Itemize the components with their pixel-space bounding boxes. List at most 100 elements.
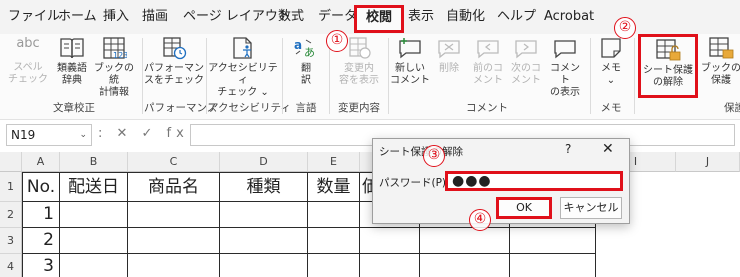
- group-performance-label: パフォーマンス: [144, 102, 218, 114]
- ok-button[interactable]: OK: [496, 197, 552, 219]
- tab-review[interactable]: 校閲: [354, 5, 404, 33]
- translate-button[interactable]: a あ 翻 訳: [286, 36, 326, 87]
- abc-icon: abc: [16, 36, 40, 51]
- select-all-corner[interactable]: [0, 152, 22, 172]
- previous-comment-button[interactable]: 前のコ メント: [470, 36, 506, 87]
- column-header[interactable]: B: [60, 152, 128, 172]
- help-icon[interactable]: ?: [565, 142, 571, 156]
- step-2-badge: ②: [614, 17, 636, 39]
- column-header[interactable]: A: [22, 152, 60, 172]
- previous-comment-label-1: 前のコ: [473, 63, 503, 74]
- header-cell-quantity[interactable]: 数量: [308, 173, 360, 202]
- dialog-title: シート保護の解除: [379, 146, 463, 158]
- column-header[interactable]: C: [128, 152, 220, 172]
- translate-icon: a あ: [294, 38, 315, 59]
- name-box[interactable]: N19 ⌄: [6, 124, 92, 146]
- table-cell[interactable]: [510, 254, 596, 277]
- chevron-down-icon[interactable]: ⌄: [79, 125, 87, 145]
- number-cell[interactable]: 3: [23, 254, 60, 277]
- table-cell[interactable]: [60, 254, 128, 277]
- svg-text:あ: あ: [304, 46, 315, 59]
- close-icon[interactable]: ✕: [602, 141, 614, 157]
- cancel-button[interactable]: キャンセル: [560, 197, 622, 219]
- ribbon: abc スペル チェック 類義語 辞典 123 ブックの統 計情報 文章校正 パ: [0, 34, 740, 120]
- tab-page-layout[interactable]: ページ レイアウト: [183, 9, 291, 25]
- row-header[interactable]: 3: [0, 228, 22, 254]
- new-comment-label-1: 新しい: [395, 63, 425, 74]
- thesaurus-label-1: 類義語: [57, 63, 87, 74]
- table-cell[interactable]: [420, 228, 510, 254]
- row-header[interactable]: 1: [0, 172, 22, 202]
- column-header[interactable]: J: [676, 152, 740, 172]
- table-cell[interactable]: [128, 254, 220, 277]
- password-input[interactable]: ●●●: [445, 171, 623, 191]
- delete-comment-button[interactable]: 削除: [432, 36, 466, 75]
- table-cell[interactable]: [308, 228, 360, 254]
- table-cell[interactable]: [220, 254, 308, 277]
- row-header[interactable]: 4: [0, 254, 22, 277]
- previous-comment-icon: [477, 40, 499, 59]
- tab-draw[interactable]: 描画: [142, 9, 168, 25]
- table-cell[interactable]: [220, 228, 308, 254]
- table-cell[interactable]: [360, 228, 420, 254]
- tab-help[interactable]: ヘルプ: [497, 9, 536, 25]
- table-cell[interactable]: [360, 254, 420, 277]
- notes-button[interactable]: メモ ⌄: [594, 36, 628, 87]
- number-cell[interactable]: 1: [23, 202, 60, 228]
- table-cell[interactable]: [128, 202, 220, 228]
- new-comment-button[interactable]: 新しい コメント: [390, 36, 430, 87]
- tab-view[interactable]: 表示: [408, 9, 434, 25]
- tab-acrobat[interactable]: Acrobat: [544, 9, 594, 25]
- tab-formulas[interactable]: 数式: [278, 9, 304, 25]
- table-cell[interactable]: [60, 228, 128, 254]
- group-language-label: 言語: [295, 102, 317, 114]
- tab-insert[interactable]: 挿入: [103, 9, 129, 25]
- header-cell-no[interactable]: No.: [23, 173, 60, 202]
- table-cell[interactable]: [308, 202, 360, 228]
- tab-data[interactable]: データ: [318, 9, 357, 25]
- thesaurus-button[interactable]: 類義語 辞典: [52, 36, 92, 87]
- delete-comment-icon: [438, 40, 460, 59]
- next-comment-button[interactable]: 次のコ メント: [508, 36, 544, 87]
- show-comments-button[interactable]: コメント の表示: [546, 36, 584, 99]
- table-cell[interactable]: [420, 254, 510, 277]
- row-header[interactable]: 2: [0, 202, 22, 228]
- column-header[interactable]: D: [220, 152, 308, 172]
- table-cell[interactable]: [510, 228, 596, 254]
- group-comments-label: コメント: [466, 102, 508, 114]
- next-comment-label-2: メント: [511, 75, 541, 86]
- tab-automate[interactable]: 自動化: [446, 9, 485, 25]
- table-cell[interactable]: [60, 202, 128, 228]
- number-cell[interactable]: 2: [23, 228, 60, 254]
- table-cell[interactable]: [128, 228, 220, 254]
- tab-file[interactable]: ファイル: [8, 9, 60, 25]
- accessibility-icon: [233, 37, 252, 59]
- protect-workbook-label-1: ブックの: [701, 63, 740, 74]
- table-cell[interactable]: [308, 254, 360, 277]
- performance-icon: [163, 37, 187, 60]
- ribbon-divider: [634, 38, 635, 114]
- column-header[interactable]: E: [308, 152, 360, 172]
- table-cell[interactable]: [220, 202, 308, 228]
- step-3-badge: ③: [423, 145, 445, 167]
- book-icon: [60, 38, 84, 59]
- header-cell-date[interactable]: 配送日: [60, 173, 128, 202]
- password-value: ●●●: [452, 173, 492, 189]
- accessibility-label-2: チェック ⌄: [217, 87, 269, 98]
- workbook-statistics-button[interactable]: 123 ブックの統 計情報: [92, 36, 136, 99]
- next-comment-icon: [515, 40, 537, 59]
- header-cell-product[interactable]: 商品名: [128, 173, 220, 202]
- notes-label-1: メモ: [601, 63, 621, 74]
- performance-label-1: パフォーマン: [144, 63, 204, 74]
- step-4-badge: ④: [469, 209, 491, 231]
- check-performance-button[interactable]: パフォーマン スをチェック: [144, 36, 204, 87]
- header-cell-type[interactable]: 種類: [220, 173, 308, 202]
- group-protect-label: 保護: [724, 102, 740, 114]
- new-comment-label-2: コメント: [390, 75, 430, 86]
- spelling-button[interactable]: abc スペル チェック: [8, 36, 48, 86]
- show-changes-icon: [349, 37, 371, 59]
- show-comments-label-2: の表示: [550, 87, 580, 98]
- tab-home[interactable]: ホーム: [58, 9, 97, 25]
- check-accessibility-button[interactable]: アクセシビリティ チェック ⌄: [208, 36, 278, 99]
- protect-workbook-button[interactable]: ブックの 保護: [700, 36, 740, 87]
